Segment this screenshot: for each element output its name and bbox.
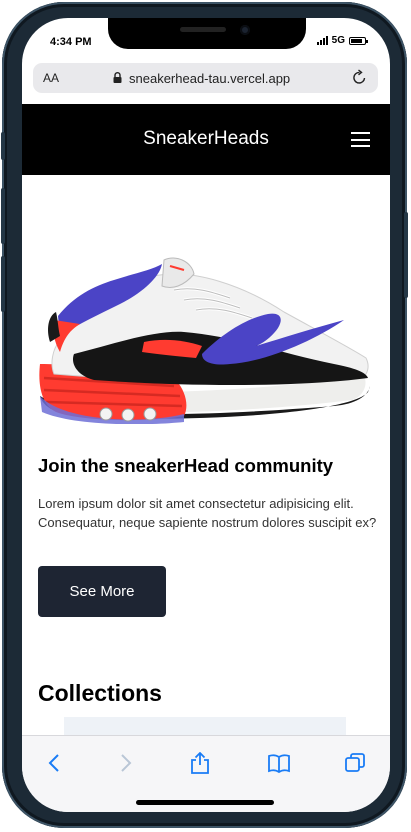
silent-switch <box>1 132 5 160</box>
address-bar[interactable]: AA sneakerhead-tau.vercel.app <box>33 63 378 93</box>
home-indicator <box>136 800 274 805</box>
text-size-button[interactable]: AA <box>43 71 59 85</box>
back-icon[interactable] <box>44 752 66 774</box>
volume-down-button <box>1 256 5 312</box>
browser-toolbar <box>22 735 390 812</box>
site-navbar: SneakerHeads <box>22 104 390 175</box>
hero-description: Lorem ipsum dolor sit amet consectetur a… <box>38 496 377 530</box>
front-camera <box>240 25 250 35</box>
hero-headline: Join the sneakerHead community <box>38 455 334 476</box>
volume-up-button <box>1 188 5 244</box>
tabs-icon[interactable] <box>344 752 366 774</box>
battery-icon <box>349 36 368 45</box>
reload-icon[interactable] <box>351 69 368 86</box>
site-brand[interactable]: SneakerHeads <box>22 128 390 150</box>
share-icon[interactable] <box>189 752 211 774</box>
lock-icon <box>113 72 122 83</box>
status-time: 4:34 PM <box>50 36 92 48</box>
see-more-button[interactable]: See More <box>38 566 166 617</box>
bookmarks-icon[interactable] <box>267 752 291 774</box>
signal-icon <box>316 36 328 45</box>
hamburger-menu-icon[interactable] <box>351 132 370 147</box>
network-type: 5G <box>331 35 345 46</box>
forward-icon[interactable] <box>114 752 136 774</box>
earpiece-speaker <box>180 27 226 32</box>
url-text[interactable]: sneakerhead-tau.vercel.app <box>129 71 290 86</box>
notch <box>108 18 306 49</box>
sneaker-image <box>39 257 370 424</box>
collections-heading: Collections <box>38 680 162 706</box>
phone-screen: 4:34 PM 5G AA sneakerhead-tau.vercel.app… <box>22 18 390 812</box>
power-button <box>404 212 408 298</box>
status-indicators: 5G <box>316 35 368 46</box>
